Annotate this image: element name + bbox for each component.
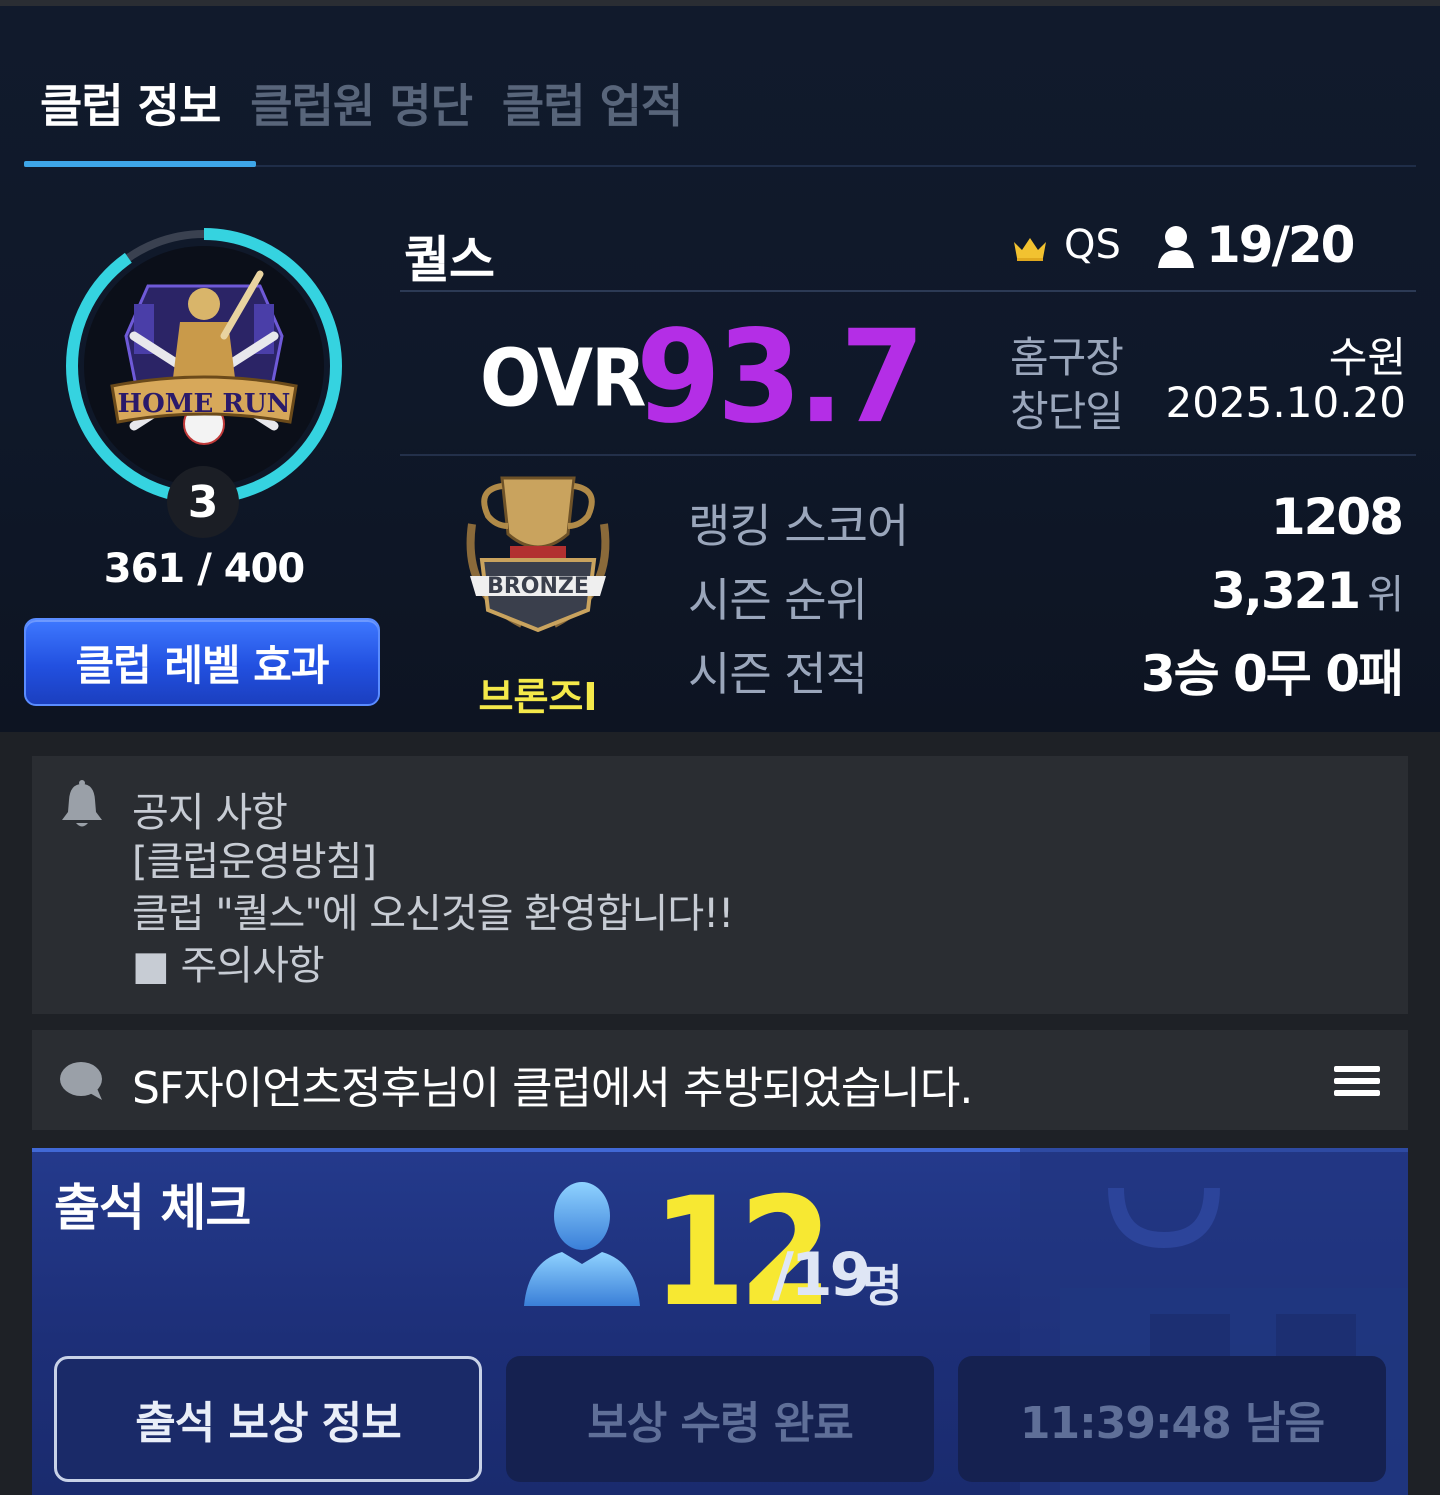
tier-name: 브론즈I xyxy=(478,675,598,719)
season-record-label: 시즌 전적 xyxy=(688,647,868,701)
attendance-total: /19 xyxy=(772,1240,871,1310)
divider xyxy=(400,454,1416,456)
activity-message: SF자이언츠정후님이 클럽에서 추방되었습니다. xyxy=(132,1063,973,1114)
club-owner: QS xyxy=(1064,222,1121,268)
club-exp: 361 / 400 xyxy=(103,546,305,592)
home-stadium-value: 수원 xyxy=(1328,333,1406,382)
emblem-text: HOME RUN xyxy=(118,389,291,419)
chat-icon xyxy=(60,1062,102,1100)
activity-log: SF자이언츠정후님이 클럽에서 추방되었습니다. xyxy=(32,1030,1408,1130)
ovr-label: OVR xyxy=(480,331,646,425)
notice-title: 공지 사항 xyxy=(132,790,288,836)
tab-bar: 클럽 정보 클럽원 명단 클럽 업적 xyxy=(40,68,712,138)
season-rank-unit: 위 xyxy=(1367,572,1404,618)
season-rank-label: 시즌 순위 xyxy=(688,573,868,627)
notice-fade xyxy=(32,988,1408,1014)
ovr-value: 93.7 xyxy=(636,302,925,452)
founded-label: 창단일 xyxy=(1010,387,1124,436)
crown-icon xyxy=(1014,238,1046,261)
tab-member-list[interactable]: 클럽원 명단 xyxy=(250,70,473,136)
attendance-timer: 11:39:48 남음 xyxy=(958,1356,1386,1482)
attendance-unit: 명 xyxy=(862,1261,903,1312)
founded-value: 2025.10.20 xyxy=(1165,378,1406,427)
attendance-panel: 출석 체크 12 /19 명 출석 보상 정보 보상 수령 완료 11:39:4… xyxy=(32,1148,1408,1495)
attendance-reward-info-button[interactable]: 출석 보상 정보 xyxy=(54,1356,482,1482)
person-icon xyxy=(1158,226,1194,268)
club-level-effect-button[interactable]: 클럽 레벨 효과 xyxy=(24,618,380,706)
tab-club-info[interactable]: 클럽 정보 xyxy=(40,70,221,136)
season-rank-value: 3,321 위 xyxy=(1211,562,1404,620)
notice-panel[interactable]: 공지 사항 [클럽운영방침] 클럽 "퀄스"에 오신것을 환영합니다!! ■ 주… xyxy=(32,756,1408,1014)
divider xyxy=(400,290,1416,292)
club-level-badge: 3 xyxy=(167,466,239,538)
member-count: 19/20 xyxy=(1206,216,1355,274)
season-record-value: 3승 0무 0패 xyxy=(1140,645,1404,703)
club-name: 퀄스 xyxy=(404,231,495,289)
reward-claimed-button: 보상 수령 완료 xyxy=(506,1356,934,1482)
notice-body: [클럽운영방침] 클럽 "퀄스"에 오신것을 환영합니다!! ■ 주의사항 1.… xyxy=(132,839,734,996)
ranking-score-value: 1208 xyxy=(1270,488,1404,546)
person-icon xyxy=(524,1182,640,1306)
active-tab-indicator xyxy=(24,161,256,167)
bell-icon xyxy=(62,780,102,827)
attendance-title: 출석 체크 xyxy=(54,1179,251,1237)
menu-icon[interactable] xyxy=(1334,1064,1380,1098)
trophy-icon: BRONZE xyxy=(466,476,610,633)
ranking-score-label: 랭킹 스코어 xyxy=(688,499,909,553)
home-stadium-label: 홈구장 xyxy=(1010,333,1124,382)
tier-badge-text: BRONZE xyxy=(487,574,589,599)
tab-achievements[interactable]: 클럽 업적 xyxy=(502,70,683,136)
club-emblem: HOME RUN xyxy=(66,228,342,504)
